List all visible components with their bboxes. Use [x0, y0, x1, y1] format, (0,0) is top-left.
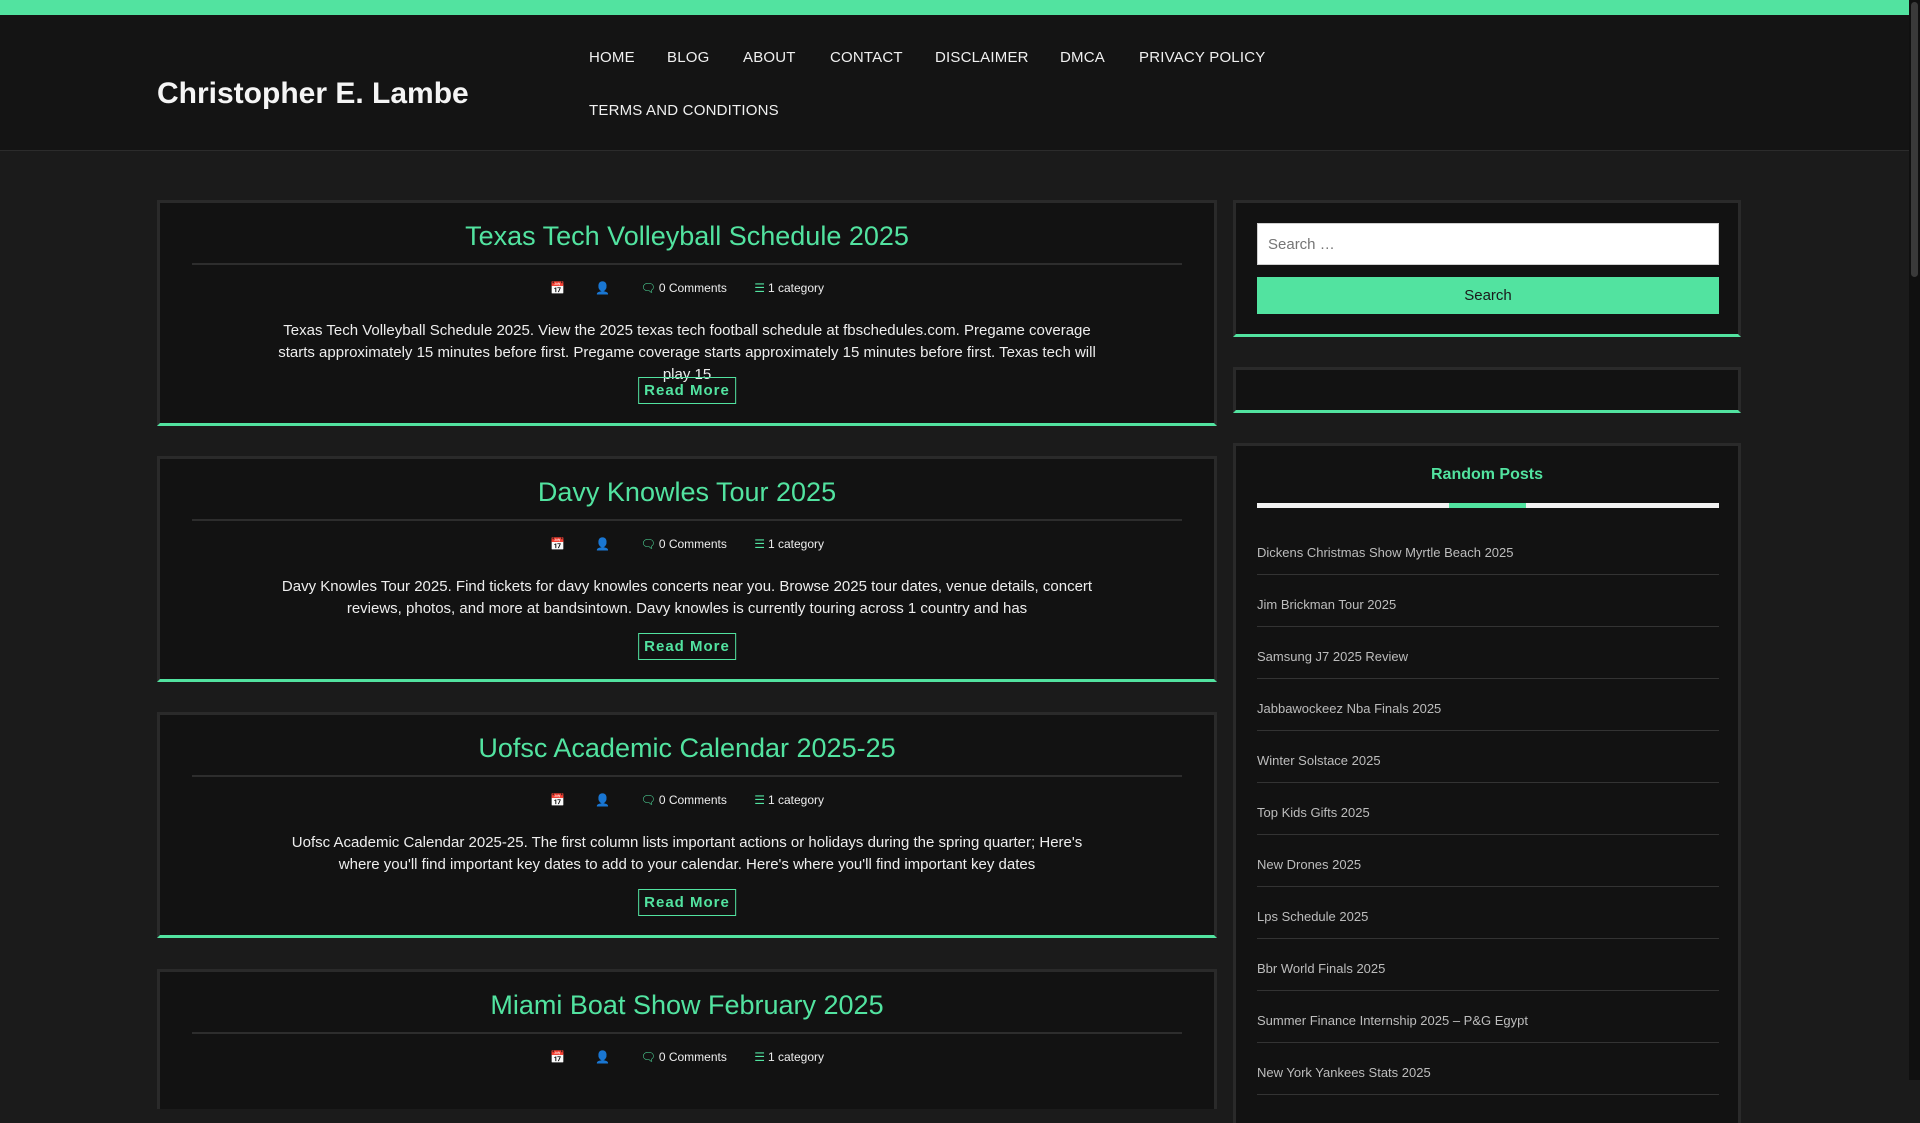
calendar-icon: 📅	[549, 793, 565, 807]
post-title[interactable]: Miami Boat Show February 2025	[192, 990, 1182, 1021]
random-posts-list: Dickens Christmas Show Myrtle Beach 2025…	[1257, 524, 1719, 1096]
site-header: Christopher E. Lambe HOME BLOG ABOUT CON…	[0, 15, 1909, 151]
search-button[interactable]: Search	[1257, 277, 1719, 314]
comments-icon: 🗨	[640, 1050, 656, 1064]
comments-icon: 🗨	[640, 793, 656, 807]
page-scrollbar[interactable]	[1909, 0, 1920, 1080]
site-title[interactable]: Christopher E. Lambe	[157, 77, 469, 111]
post-card: Uofsc Academic Calendar 2025-25 📅 👤 🗨 0 C…	[157, 712, 1217, 938]
nav-contact[interactable]: CONTACT	[813, 45, 920, 70]
random-post-link[interactable]: Jim Brickman Tour 2025	[1257, 576, 1719, 612]
post-comments[interactable]: 🗨 0 Comments	[641, 537, 727, 551]
title-divider	[192, 775, 1182, 777]
list-item: New York Yankees Stats 2025	[1257, 1044, 1719, 1095]
calendar-icon: 📅	[549, 281, 565, 295]
nav-disclaimer[interactable]: DISCLAIMER	[918, 45, 1046, 70]
search-input[interactable]	[1257, 223, 1719, 265]
random-post-link[interactable]: Jabbawockeez Nba Finals 2025	[1257, 680, 1719, 716]
post-title[interactable]: Texas Tech Volleyball Schedule 2025	[192, 221, 1182, 252]
list-icon: ☰	[754, 537, 765, 551]
post-meta: 📅 👤 🗨 0 Comments ☰ 1 category	[160, 537, 1214, 551]
user-icon: 👤	[595, 1050, 611, 1064]
post-category[interactable]: ☰ 1 category	[754, 281, 824, 295]
post-card: Davy Knowles Tour 2025 📅 👤 🗨 0 Comments ☰…	[157, 456, 1217, 682]
list-item: Jabbawockeez Nba Finals 2025	[1257, 680, 1719, 731]
title-underline-accent	[1449, 503, 1526, 508]
random-post-link[interactable]: Top Kids Gifts 2025	[1257, 784, 1719, 820]
list-item: Bbr World Finals 2025	[1257, 940, 1719, 991]
nav-blog[interactable]: BLOG	[650, 45, 726, 70]
list-item: Summer Finance Internship 2025 – P&G Egy…	[1257, 992, 1719, 1043]
nav-dmca[interactable]: DMCA	[1043, 45, 1122, 70]
post-title[interactable]: Uofsc Academic Calendar 2025-25	[192, 733, 1182, 764]
title-divider	[192, 263, 1182, 265]
random-post-link[interactable]: Samsung J7 2025 Review	[1257, 628, 1719, 664]
search-widget: Search	[1233, 200, 1741, 337]
random-posts-widget: Random Posts Dickens Christmas Show Myrt…	[1233, 443, 1741, 1123]
post-meta: 📅 👤 🗨 0 Comments ☰ 1 category	[160, 1050, 1214, 1064]
random-post-link[interactable]: New Drones 2025	[1257, 836, 1719, 872]
post-category[interactable]: ☰ 1 category	[754, 1050, 824, 1064]
random-post-link[interactable]: Bbr World Finals 2025	[1257, 940, 1719, 976]
post-comments[interactable]: 🗨 0 Comments	[641, 793, 727, 807]
nav-home[interactable]: HOME	[572, 45, 652, 70]
post-comments[interactable]: 🗨 0 Comments	[641, 1050, 727, 1064]
random-post-link[interactable]: Winter Solstace 2025	[1257, 732, 1719, 768]
scrollbar-thumb[interactable]	[1911, 2, 1918, 277]
list-icon: ☰	[754, 793, 765, 807]
nav-about[interactable]: ABOUT	[726, 45, 813, 70]
random-post-link[interactable]: Summer Finance Internship 2025 – P&G Egy…	[1257, 992, 1719, 1028]
list-item: Top Kids Gifts 2025	[1257, 784, 1719, 835]
read-more-button[interactable]: Read More	[638, 889, 736, 916]
list-icon: ☰	[754, 1050, 765, 1064]
title-underline	[1257, 503, 1719, 508]
post-meta: 📅 👤 🗨 0 Comments ☰ 1 category	[160, 793, 1214, 807]
user-icon: 👤	[595, 793, 611, 807]
list-item: Samsung J7 2025 Review	[1257, 628, 1719, 679]
nav-terms-and-conditions[interactable]: TERMS AND CONDITIONS	[572, 98, 796, 123]
top-accent-strip	[0, 0, 1909, 15]
post-category[interactable]: ☰ 1 category	[754, 793, 824, 807]
empty-widget	[1233, 367, 1741, 413]
title-divider	[192, 519, 1182, 521]
list-item: New Drones 2025	[1257, 836, 1719, 887]
read-more-button[interactable]: Read More	[638, 633, 736, 660]
post-excerpt: Davy Knowles Tour 2025. Find tickets for…	[281, 578, 1093, 617]
title-divider	[192, 1032, 1182, 1034]
read-more-button[interactable]: Read More	[638, 377, 736, 404]
post-comments[interactable]: 🗨 0 Comments	[641, 281, 727, 295]
list-item: Lps Schedule 2025	[1257, 888, 1719, 939]
calendar-icon: 📅	[549, 537, 565, 551]
user-icon: 👤	[595, 537, 611, 551]
list-item: Winter Solstace 2025	[1257, 732, 1719, 783]
random-post-link[interactable]: Lps Schedule 2025	[1257, 888, 1719, 924]
list-icon: ☰	[754, 281, 765, 295]
random-posts-title: Random Posts	[1430, 466, 1543, 483]
post-card: Miami Boat Show February 2025 📅 👤 🗨 0 Com…	[157, 969, 1217, 1109]
random-post-link[interactable]: Dickens Christmas Show Myrtle Beach 2025	[1257, 524, 1719, 560]
list-item: Jim Brickman Tour 2025	[1257, 576, 1719, 627]
post-card: Texas Tech Volleyball Schedule 2025 📅 👤 …	[157, 200, 1217, 426]
comments-icon: 🗨	[640, 281, 656, 295]
nav-privacy-policy[interactable]: PRIVACY POLICY	[1122, 45, 1282, 70]
post-title[interactable]: Davy Knowles Tour 2025	[192, 477, 1182, 508]
random-post-link[interactable]: New York Yankees Stats 2025	[1257, 1044, 1719, 1080]
calendar-icon: 📅	[549, 1050, 565, 1064]
post-meta: 📅 👤 🗨 0 Comments ☰ 1 category	[160, 281, 1214, 295]
post-category[interactable]: ☰ 1 category	[754, 537, 824, 551]
post-excerpt: Uofsc Academic Calendar 2025-25. The fir…	[291, 834, 1083, 873]
comments-icon: 🗨	[640, 537, 656, 551]
user-icon: 👤	[595, 281, 611, 295]
list-item: Dickens Christmas Show Myrtle Beach 2025	[1257, 524, 1719, 575]
